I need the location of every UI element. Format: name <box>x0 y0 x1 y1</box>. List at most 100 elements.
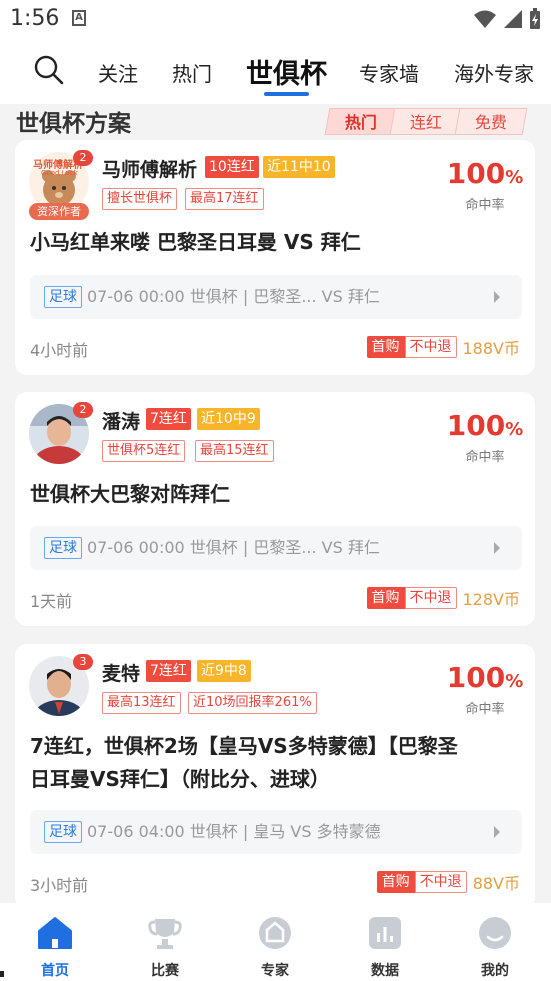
first-purchase-tag: 首购 <box>376 871 415 893</box>
system-icons <box>473 8 541 30</box>
hit-rate-value: 100 <box>446 157 506 190</box>
hit-rate-label: 命中率 <box>465 450 505 465</box>
hit-rate-label: 命中率 <box>465 702 505 717</box>
publish-time: 4小时前 <box>30 341 89 360</box>
filter-streak-label: 连红 <box>409 113 442 132</box>
tab-expert-wall[interactable]: 专家墙 <box>359 58 419 87</box>
search-icon[interactable] <box>34 55 64 85</box>
section-title: 世俱杯方案 <box>16 111 131 137</box>
specialty-tag: 擅长世俱杯 <box>102 188 178 210</box>
avatar[interactable]: 3 <box>29 654 93 716</box>
hit-rate-label: 命中率 <box>465 198 505 213</box>
hit-rate: 100% 命中率 <box>445 409 525 466</box>
no-refund-tag: 不中退 <box>404 587 457 609</box>
filter-hot[interactable]: 热门 <box>324 108 398 135</box>
nav-data[interactable]: 数据 <box>355 913 415 980</box>
sport-tag: 足球 <box>44 821 82 843</box>
avatar[interactable]: 2 <box>29 402 93 464</box>
match-info: 07-06 00:00 世俱杯 | 巴黎圣... VS 拜仁 <box>87 538 380 557</box>
filter-hot-label: 热门 <box>344 113 377 132</box>
senior-author-label: 资深作者 <box>29 203 89 220</box>
price-coins: 88V币 <box>472 874 520 893</box>
expert-name[interactable]: 麦特 <box>102 659 140 686</box>
plan-card[interactable]: 3 麦特 7连红 近9中8 最高13连红 近10场回报率261% 100% 命中… <box>15 644 535 909</box>
hit-rate-value: 100 <box>446 409 506 442</box>
filter-tabs: 热门 连红 免费 <box>324 108 528 135</box>
sport-tag: 足球 <box>44 537 82 559</box>
nav-home[interactable]: 首页 <box>25 913 85 980</box>
count-badge: 2 <box>73 150 93 166</box>
nav-profile-label: 我的 <box>481 963 509 979</box>
tab-overseas-experts[interactable]: 海外专家 <box>454 58 534 87</box>
no-refund-tag: 不中退 <box>414 871 467 893</box>
max-streak-tag: 最高17连红 <box>185 188 264 210</box>
specialty-tag: 世俱杯5连红 <box>102 440 186 462</box>
hit-rate-value: 100 <box>446 661 506 694</box>
expert-name[interactable]: 马师傅解析 <box>102 155 197 182</box>
hit-rate-unit: % <box>505 671 524 692</box>
streak-tag: 10连红 <box>205 156 259 178</box>
plan-headline-line: 7连红，世俱杯2场【皇马VS多特蒙德】【巴黎圣 <box>30 734 458 758</box>
battery-icon <box>530 8 540 29</box>
profile-icon <box>479 917 511 949</box>
price-info: 首购 不中退 88V币 <box>376 871 520 893</box>
nav-matches[interactable]: 比赛 <box>135 913 195 980</box>
tab-follow[interactable]: 关注 <box>98 58 138 87</box>
avatar-subcaption: Good Luck <box>41 169 78 177</box>
plan-headline[interactable]: 世俱杯大巴黎对阵拜仁 <box>30 478 520 511</box>
status-time: 1:56 <box>10 6 60 31</box>
tab-hot[interactable]: 热门 <box>172 58 212 87</box>
avatar[interactable]: 马师傅解析 Good Luck 2 资深作者 <box>29 150 93 220</box>
record-tag: 近9中8 <box>197 660 251 682</box>
max-streak-tag: 最高15连红 <box>195 440 274 462</box>
nav-experts[interactable]: 专家 <box>245 913 305 980</box>
home-icon <box>38 917 72 949</box>
expert-name[interactable]: 潘涛 <box>102 407 140 434</box>
price-coins: 128V币 <box>462 590 521 609</box>
return-rate-tag: 近10场回报率261% <box>188 692 317 714</box>
top-navigation: 关注 热门 世俱杯 专家墙 海外专家 <box>0 38 551 104</box>
match-info: 07-06 00:00 世俱杯 | 巴黎圣... VS 拜仁 <box>87 287 380 306</box>
wifi-icon <box>474 10 496 28</box>
status-bar: 1:56 A <box>0 0 551 38</box>
nav-home-label: 首页 <box>41 963 69 979</box>
match-row[interactable]: 足球 07-06 04:00 世俱杯 | 皇马 VS 多特蒙德 <box>30 810 522 854</box>
hit-rate: 100% 命中率 <box>445 661 525 718</box>
price-info: 首购 不中退 128V币 <box>366 587 521 609</box>
plan-card[interactable]: 2 潘涛 7连红 近10中9 世俱杯5连红 最高15连红 100% 命中率 世俱… <box>15 392 535 626</box>
record-tag: 近11中10 <box>263 156 335 178</box>
match-row[interactable]: 足球 07-06 00:00 世俱杯 | 巴黎圣... VS 拜仁 <box>30 526 522 570</box>
max-streak-tag: 最高13连红 <box>102 692 181 714</box>
trophy-icon <box>148 919 182 949</box>
hit-rate-unit: % <box>505 167 524 188</box>
streak-tag: 7连红 <box>146 660 191 682</box>
nav-matches-label: 比赛 <box>151 963 179 979</box>
streak-tag: 7连红 <box>146 408 191 430</box>
plan-headline[interactable]: 小马红单来喽 巴黎圣日耳曼 VS 拜仁 <box>30 226 520 259</box>
price-coins: 188V币 <box>462 339 521 358</box>
filter-free[interactable]: 免费 <box>454 108 528 135</box>
bottom-navigation: 首页 比赛 专家 数据 我的 <box>0 903 551 981</box>
tab-club-world-cup[interactable]: 世俱杯 <box>246 52 327 91</box>
chevron-right-icon <box>494 826 500 838</box>
first-purchase-tag: 首购 <box>366 336 405 358</box>
first-purchase-tag: 首购 <box>366 587 405 609</box>
nav-profile[interactable]: 我的 <box>465 913 525 980</box>
count-badge: 3 <box>73 654 93 670</box>
signal-icon <box>504 10 522 28</box>
count-badge: 2 <box>73 402 93 418</box>
hit-rate: 100% 命中率 <box>445 157 525 214</box>
no-refund-tag: 不中退 <box>404 336 457 358</box>
publish-time: 3小时前 <box>30 876 89 895</box>
filter-streak[interactable]: 连红 <box>389 108 463 135</box>
price-info: 首购 不中退 188V币 <box>366 336 521 358</box>
plan-headline[interactable]: 7连红，世俱杯2场【皇马VS多特蒙德】【巴黎圣 日耳曼VS拜仁】（附比分、进球） <box>30 730 520 796</box>
hit-rate-unit: % <box>505 419 524 440</box>
plan-card[interactable]: 马师傅解析 Good Luck 2 资深作者 马师傅解析 10连红 近11中10… <box>15 140 535 375</box>
publish-time: 1天前 <box>30 592 73 611</box>
active-tab-indicator <box>264 92 309 96</box>
chevron-right-icon <box>494 291 500 303</box>
match-row[interactable]: 足球 07-06 00:00 世俱杯 | 巴黎圣... VS 拜仁 <box>30 275 522 319</box>
plan-headline-line: 日耳曼VS拜仁】（附比分、进球） <box>30 767 330 791</box>
data-icon <box>369 917 401 949</box>
